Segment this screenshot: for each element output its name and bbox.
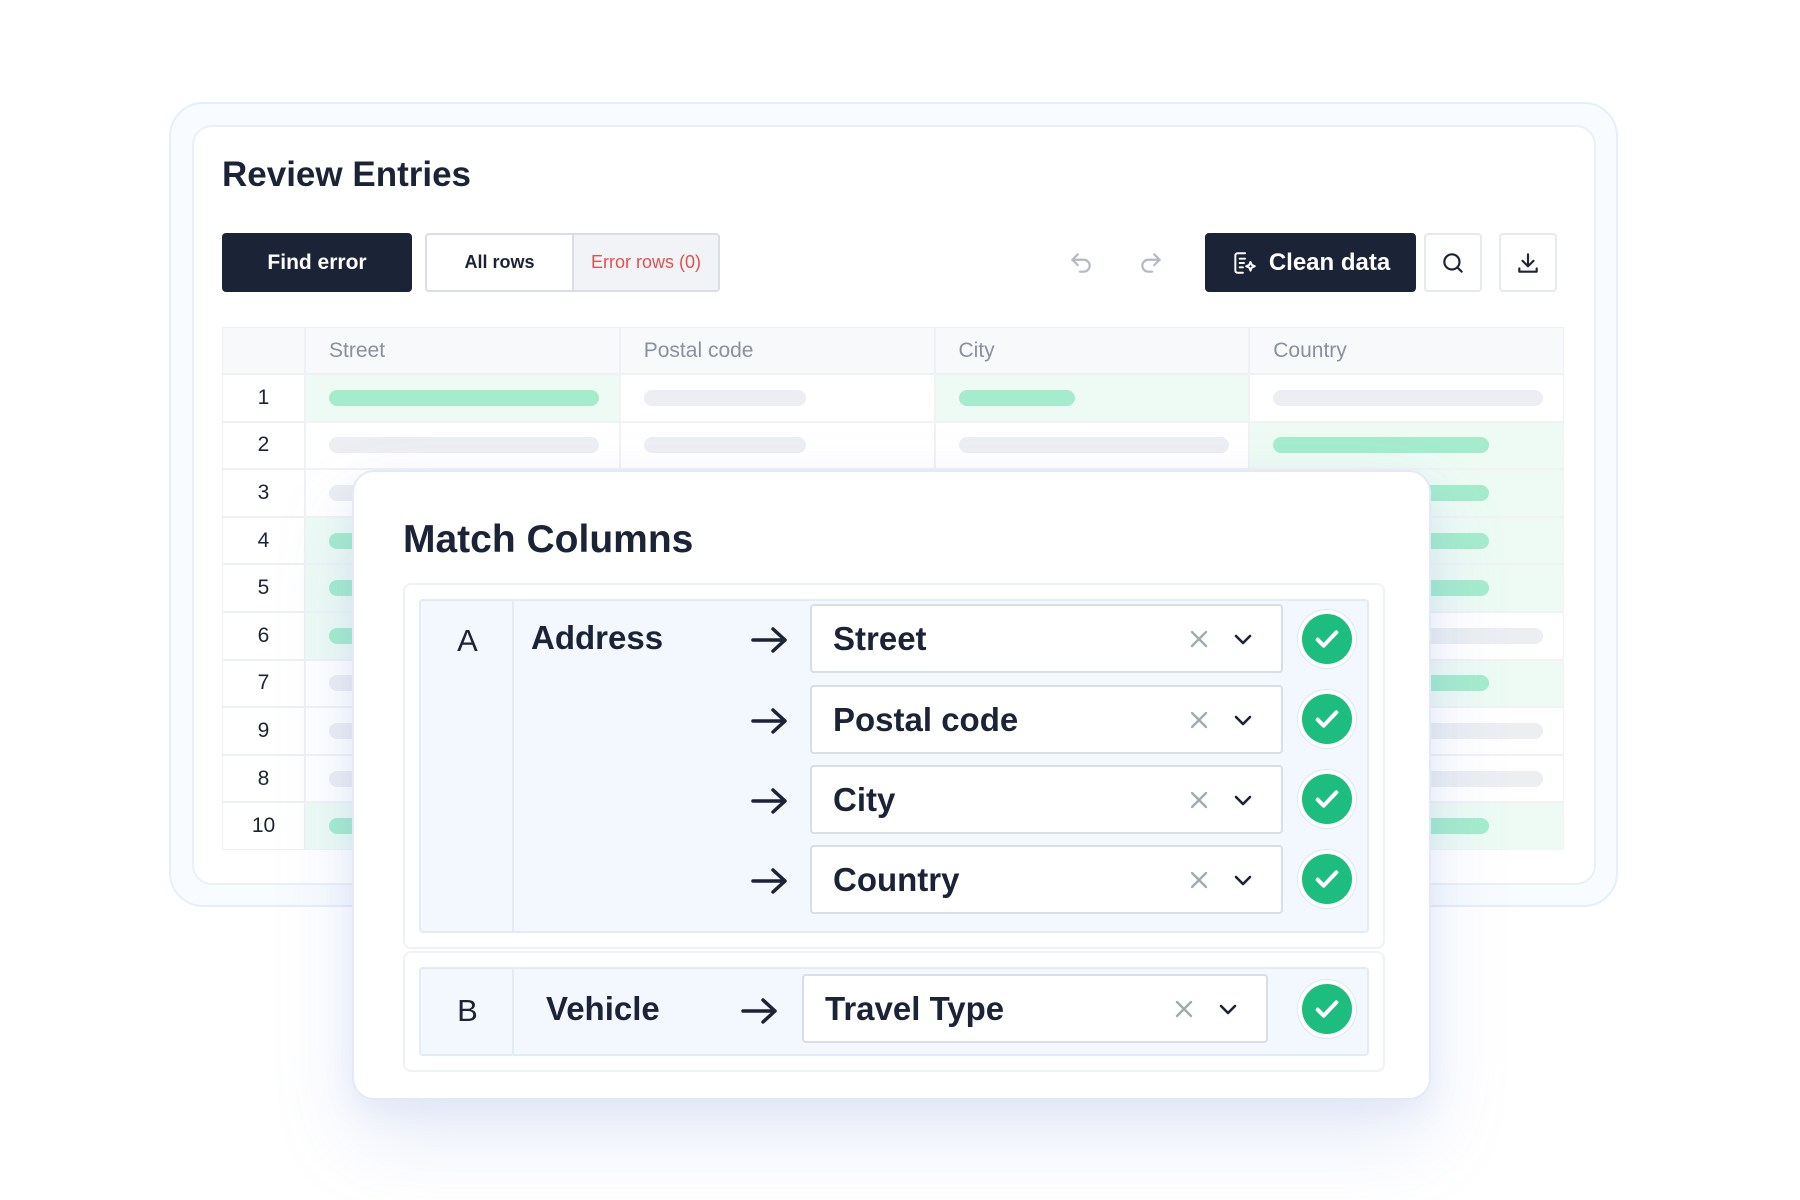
clear-icon[interactable] — [1187, 708, 1211, 732]
table-row[interactable]: 1 — [222, 374, 1564, 422]
target-column-select[interactable]: Country — [810, 845, 1283, 914]
source-column-label: Vehicle — [546, 990, 660, 1027]
clean-data-label: Clean data — [1268, 248, 1391, 276]
row-index: 8 — [222, 754, 305, 803]
table-cell[interactable] — [1249, 374, 1564, 422]
selected-target: Country — [833, 860, 960, 898]
row-index: 2 — [222, 421, 305, 470]
column-header-postal-code[interactable]: Postal code — [619, 327, 935, 374]
chevron-down-icon[interactable] — [1216, 997, 1240, 1021]
selected-target: City — [833, 780, 896, 818]
table-cell[interactable] — [934, 374, 1250, 422]
match-columns-title: Match Columns — [403, 518, 694, 561]
review-entries-title: Review Entries — [222, 155, 471, 194]
row-index: 6 — [222, 611, 305, 660]
chevron-down-icon[interactable] — [1231, 708, 1255, 732]
row-index: 7 — [222, 659, 305, 708]
row-index: 4 — [222, 516, 305, 565]
check-circle-icon — [1298, 770, 1356, 828]
selected-target: Travel Type — [825, 989, 1005, 1027]
clear-icon[interactable] — [1187, 868, 1211, 892]
table-cell[interactable] — [619, 374, 935, 422]
row-index: 10 — [222, 802, 305, 850]
download-button[interactable] — [1499, 233, 1557, 292]
table-cell[interactable] — [305, 374, 620, 422]
download-icon — [1515, 250, 1541, 276]
chevron-down-icon[interactable] — [1231, 627, 1255, 651]
target-column-select[interactable]: Postal code — [810, 685, 1283, 754]
column-group-b-body: B Vehicle Travel Type — [419, 967, 1369, 1056]
row-filter-toggle: All rows Error rows (0) — [425, 233, 720, 292]
column-group-a-body: A Address Street Postal code City Countr… — [419, 599, 1369, 933]
search-button[interactable] — [1424, 233, 1482, 292]
clean-data-button[interactable]: Clean data — [1205, 233, 1416, 292]
column-header-street[interactable]: Street — [305, 327, 620, 374]
group-letter-column: A — [421, 601, 514, 931]
source-column-label: Address — [531, 619, 664, 656]
column-group-b: B Vehicle Travel Type — [403, 951, 1385, 1072]
clear-icon[interactable] — [1187, 788, 1211, 812]
undo-icon[interactable] — [1063, 245, 1099, 281]
arrow-right-icon — [751, 868, 787, 894]
row-index: 3 — [222, 469, 305, 517]
group-letter-column: B — [421, 969, 514, 1054]
arrow-right-icon — [741, 998, 777, 1024]
selected-target: Street — [833, 619, 927, 657]
target-column-select[interactable]: Street — [810, 604, 1283, 673]
check-circle-icon — [1298, 980, 1356, 1038]
check-circle-icon — [1298, 850, 1356, 908]
check-circle-icon — [1298, 610, 1356, 668]
table-cell[interactable] — [305, 421, 620, 470]
target-column-select[interactable]: City — [810, 765, 1283, 834]
row-index: 1 — [222, 374, 305, 422]
target-column-select[interactable]: Travel Type — [802, 974, 1268, 1043]
arrow-right-icon — [751, 708, 787, 734]
chevron-down-icon[interactable] — [1231, 788, 1255, 812]
column-header-country[interactable]: Country — [1249, 327, 1564, 374]
table-cell[interactable] — [934, 421, 1250, 470]
match-columns-dialog: Match Columns A Address Street Postal co… — [352, 470, 1431, 1100]
selected-target: Postal code — [833, 700, 1019, 738]
redo-icon[interactable] — [1133, 245, 1169, 281]
group-letter: A — [457, 623, 478, 658]
find-error-button[interactable]: Find error — [222, 233, 412, 292]
table-cell[interactable] — [619, 421, 935, 470]
clear-icon[interactable] — [1172, 997, 1196, 1021]
column-header-city[interactable]: City — [934, 327, 1250, 374]
table-row[interactable]: 2 — [222, 421, 1564, 470]
row-index: 5 — [222, 564, 305, 612]
check-circle-icon — [1298, 690, 1356, 748]
chevron-down-icon[interactable] — [1231, 868, 1255, 892]
table-cell[interactable] — [1249, 421, 1564, 470]
row-index: 9 — [222, 707, 305, 755]
group-letter: B — [457, 993, 478, 1028]
table-header: Street Postal code City Country — [222, 327, 1564, 374]
search-icon — [1440, 250, 1466, 276]
arrow-right-icon — [751, 788, 787, 814]
clear-icon[interactable] — [1187, 627, 1211, 651]
error-rows-tab[interactable]: Error rows (0) — [572, 235, 718, 290]
all-rows-tab[interactable]: All rows — [427, 235, 572, 290]
column-group-a: A Address Street Postal code City Countr… — [403, 583, 1385, 949]
sparkle-document-icon — [1231, 250, 1257, 276]
arrow-right-icon — [751, 627, 787, 653]
index-header — [222, 327, 305, 374]
